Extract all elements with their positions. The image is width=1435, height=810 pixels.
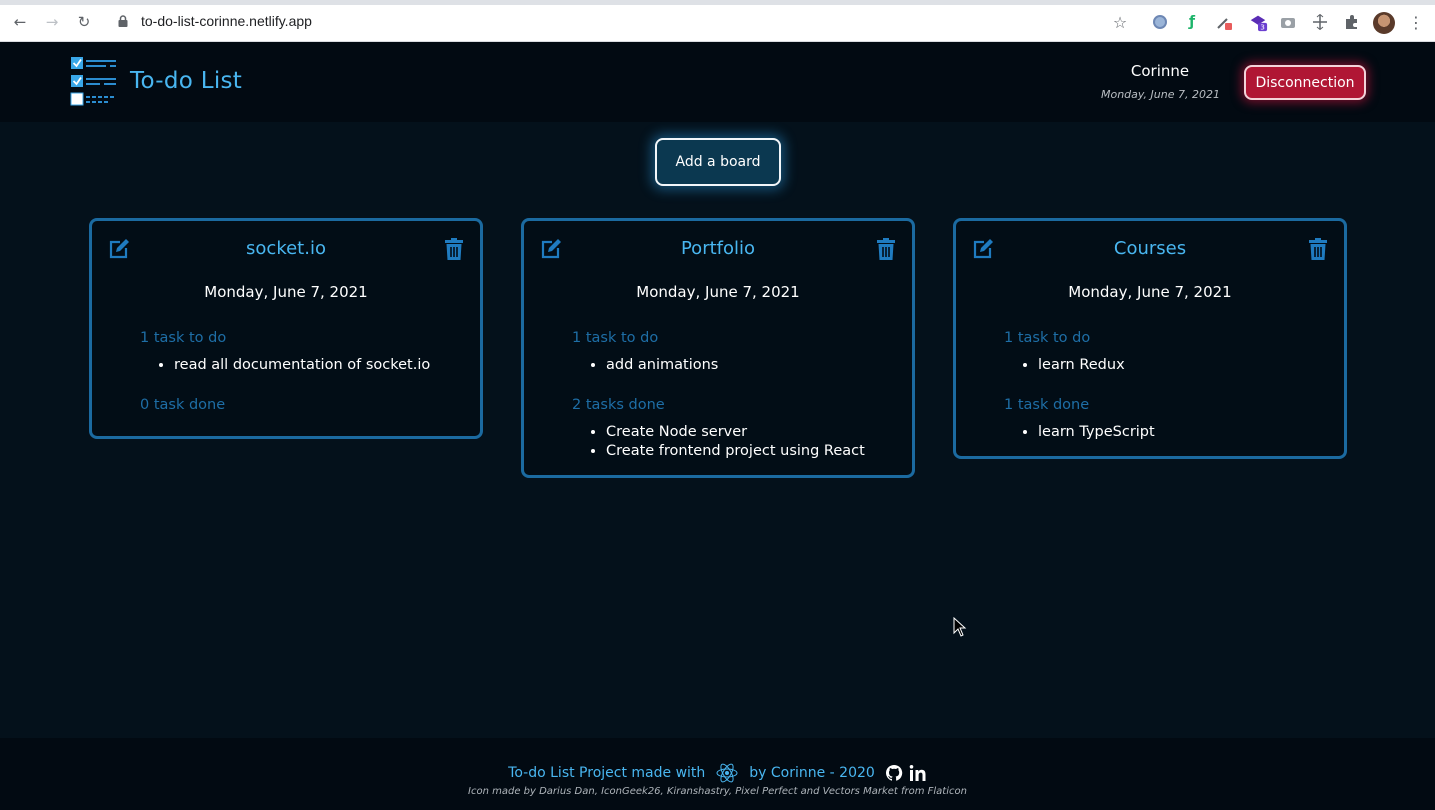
trash-icon[interactable] xyxy=(1308,238,1328,260)
board-title[interactable]: Portfolio xyxy=(524,238,912,259)
browser-menu-icon[interactable]: ⋮ xyxy=(1406,12,1426,32)
board-title[interactable]: Courses xyxy=(956,238,1344,259)
user-date: Monday, June 7, 2021 xyxy=(1100,88,1220,101)
todo-list: read all documentation of socket.io xyxy=(174,356,430,375)
address-bar[interactable]: to-do-list-corinne.netlify.app xyxy=(141,13,312,29)
profile-avatar[interactable] xyxy=(1373,12,1395,34)
feather-icon[interactable]: ƒ xyxy=(1182,12,1202,32)
colorpick-icon[interactable] xyxy=(1214,12,1234,32)
done-list: learn TypeScript xyxy=(1038,423,1155,442)
disconnect-button[interactable]: Disconnection xyxy=(1244,65,1366,100)
todo-item[interactable]: learn Redux xyxy=(1038,356,1125,375)
board-card: Portfolio Monday, June 7, 2021 1 task to… xyxy=(521,218,915,478)
checklist-logo-icon xyxy=(70,57,116,106)
tab-strip xyxy=(0,0,1435,5)
board-date: Monday, June 7, 2021 xyxy=(204,283,368,301)
done-count-label: 2 tasks done xyxy=(572,397,665,413)
todo-list: add animations xyxy=(606,356,718,375)
back-button[interactable]: ← xyxy=(10,12,30,32)
footer-made-with-text: To-do List Project made with xyxy=(508,765,706,781)
app-title[interactable]: To-do List xyxy=(130,68,242,94)
github-icon[interactable] xyxy=(885,764,903,782)
tab-icon[interactable] xyxy=(1150,12,1170,32)
done-count-label: 1 task done xyxy=(1004,397,1090,413)
browser-toolbar: ← → ↻ to-do-list-corinne.netlify.app ☆ ƒ… xyxy=(0,0,1435,42)
todo-item[interactable]: add animations xyxy=(606,356,718,375)
puzzle-icon[interactable] xyxy=(1342,12,1362,32)
add-board-button[interactable]: Add a board xyxy=(655,138,781,186)
reload-button[interactable]: ↻ xyxy=(74,12,94,32)
todo-item[interactable]: read all documentation of socket.io xyxy=(174,356,430,375)
camera-icon[interactable] xyxy=(1278,12,1298,32)
footer-author: by Corinne - 2020 xyxy=(749,765,875,781)
footer-icon-credit: Icon made by Darius Dan, IconGeek26, Kir… xyxy=(468,786,967,797)
done-list: Create Node server Create frontend proje… xyxy=(606,423,865,461)
trash-icon[interactable] xyxy=(876,238,896,260)
board-card: socket.io Monday, June 7, 2021 1 task to… xyxy=(89,218,483,439)
board-date: Monday, June 7, 2021 xyxy=(636,283,800,301)
todo-count-label: 1 task to do xyxy=(140,330,227,346)
done-item[interactable]: learn TypeScript xyxy=(1038,423,1155,442)
todo-count-label: 1 task to do xyxy=(1004,330,1091,346)
board-date: Monday, June 7, 2021 xyxy=(1068,283,1232,301)
done-item[interactable]: Create frontend project using React xyxy=(606,442,865,461)
react-icon xyxy=(716,763,738,783)
linkedin-icon[interactable] xyxy=(909,764,927,782)
bookmark-star-icon[interactable]: ☆ xyxy=(1110,12,1130,32)
mouse-cursor-icon xyxy=(953,617,967,637)
done-item[interactable]: Create Node server xyxy=(606,423,865,442)
forward-button[interactable]: → xyxy=(42,12,62,32)
extension-badge-count: 3 xyxy=(1260,23,1265,32)
user-name: Corinne xyxy=(1130,62,1190,80)
todo-count-label: 1 task to do xyxy=(572,330,659,346)
board-card: Courses Monday, June 7, 2021 1 task to d… xyxy=(953,218,1347,459)
done-count-label: 0 task done xyxy=(140,397,226,413)
trash-icon[interactable] xyxy=(444,238,464,260)
lock-icon[interactable] xyxy=(116,14,130,28)
move-icon[interactable] xyxy=(1310,12,1330,32)
footer-made-with: To-do List Project made with by Corinne … xyxy=(0,761,1435,785)
badge-3-icon[interactable]: 3 xyxy=(1248,12,1268,32)
todo-list: learn Redux xyxy=(1038,356,1125,375)
board-title[interactable]: socket.io xyxy=(92,238,480,259)
